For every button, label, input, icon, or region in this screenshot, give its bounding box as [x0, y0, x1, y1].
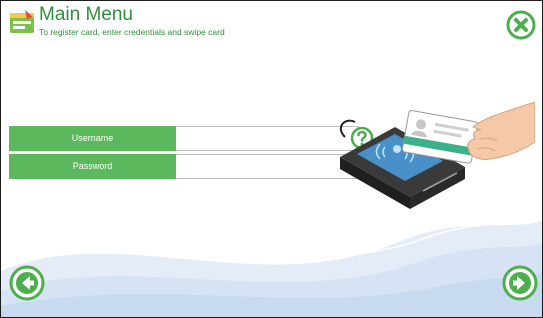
arrow-right-icon[interactable] — [502, 265, 538, 301]
password-row: Password — [9, 154, 381, 179]
header: Main Menu To register card, enter creden… — [1, 1, 542, 43]
page-title: Main Menu — [39, 4, 133, 25]
password-input[interactable] — [176, 154, 359, 179]
username-input[interactable] — [176, 126, 359, 151]
kiosk-screen: Main Menu To register card, enter creden… — [0, 0, 543, 318]
credentials-form: Username Password — [9, 126, 381, 182]
card-reader-illustration — [339, 101, 535, 209]
page-subtitle: To register card, enter credentials and … — [39, 27, 225, 37]
username-row: Username — [9, 126, 381, 151]
password-label: Password — [9, 154, 176, 179]
app-menu-icon — [10, 10, 34, 33]
username-label: Username — [9, 126, 176, 151]
arrow-left-icon[interactable] — [9, 265, 45, 301]
close-icon[interactable] — [506, 10, 536, 40]
